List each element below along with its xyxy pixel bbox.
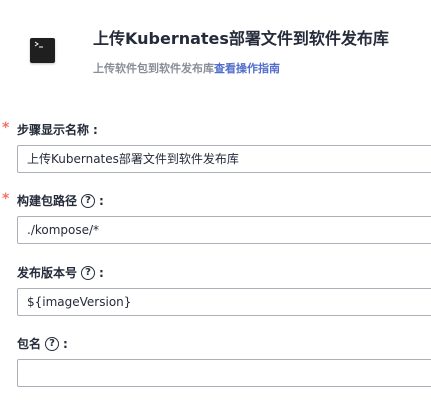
- label-colon: :: [63, 336, 68, 351]
- step-name-input[interactable]: 上传Kubernates部署文件到软件发布库: [17, 145, 431, 173]
- form-label-text: 步骤显示名称: [17, 123, 90, 137]
- label-colon: :: [99, 193, 104, 208]
- form-label: 构建包路径 ?:: [17, 192, 104, 209]
- form-label-row: 发布版本号 ?:: [0, 264, 431, 282]
- label-colon: :: [93, 122, 98, 137]
- package-path-input[interactable]: ./kompose/*: [17, 216, 431, 244]
- required-mark: *: [2, 120, 10, 136]
- help-icon[interactable]: ?: [45, 336, 60, 351]
- form-label-text: 包名: [17, 337, 42, 351]
- package-name-input[interactable]: [17, 359, 431, 387]
- release-version-input[interactable]: ${imageVersion}: [17, 288, 431, 316]
- step-title: 上传Kubernates部署文件到软件发布库: [93, 29, 389, 48]
- subtitle-text: 上传软件包到软件发布库: [93, 62, 214, 75]
- form-label-text: 发布版本号: [17, 266, 78, 280]
- terminal-icon: [30, 38, 55, 63]
- required-mark: *: [2, 191, 10, 207]
- form-label: 包名 ?:: [17, 335, 68, 352]
- operation-guide-link[interactable]: 查看操作指南: [214, 62, 280, 75]
- help-icon[interactable]: ?: [81, 193, 96, 208]
- form-label-row: * 构建包路径 ?:: [0, 191, 431, 210]
- form-label: 发布版本号 ?:: [17, 264, 104, 281]
- terminal-prompt-glyph: [34, 41, 43, 48]
- form-label-row: 包名 ?:: [0, 335, 431, 353]
- form-label-row: * 步骤显示名称:: [0, 120, 431, 139]
- label-colon: :: [99, 265, 104, 280]
- help-icon[interactable]: ?: [81, 265, 96, 280]
- step-header: 上传Kubernates部署文件到软件发布库 上传软件包到软件发布库查看操作指南: [0, 0, 431, 96]
- step-subtitle: 上传软件包到软件发布库查看操作指南: [93, 60, 280, 76]
- form-label-text: 构建包路径: [17, 194, 78, 208]
- form-label: 步骤显示名称:: [17, 121, 98, 138]
